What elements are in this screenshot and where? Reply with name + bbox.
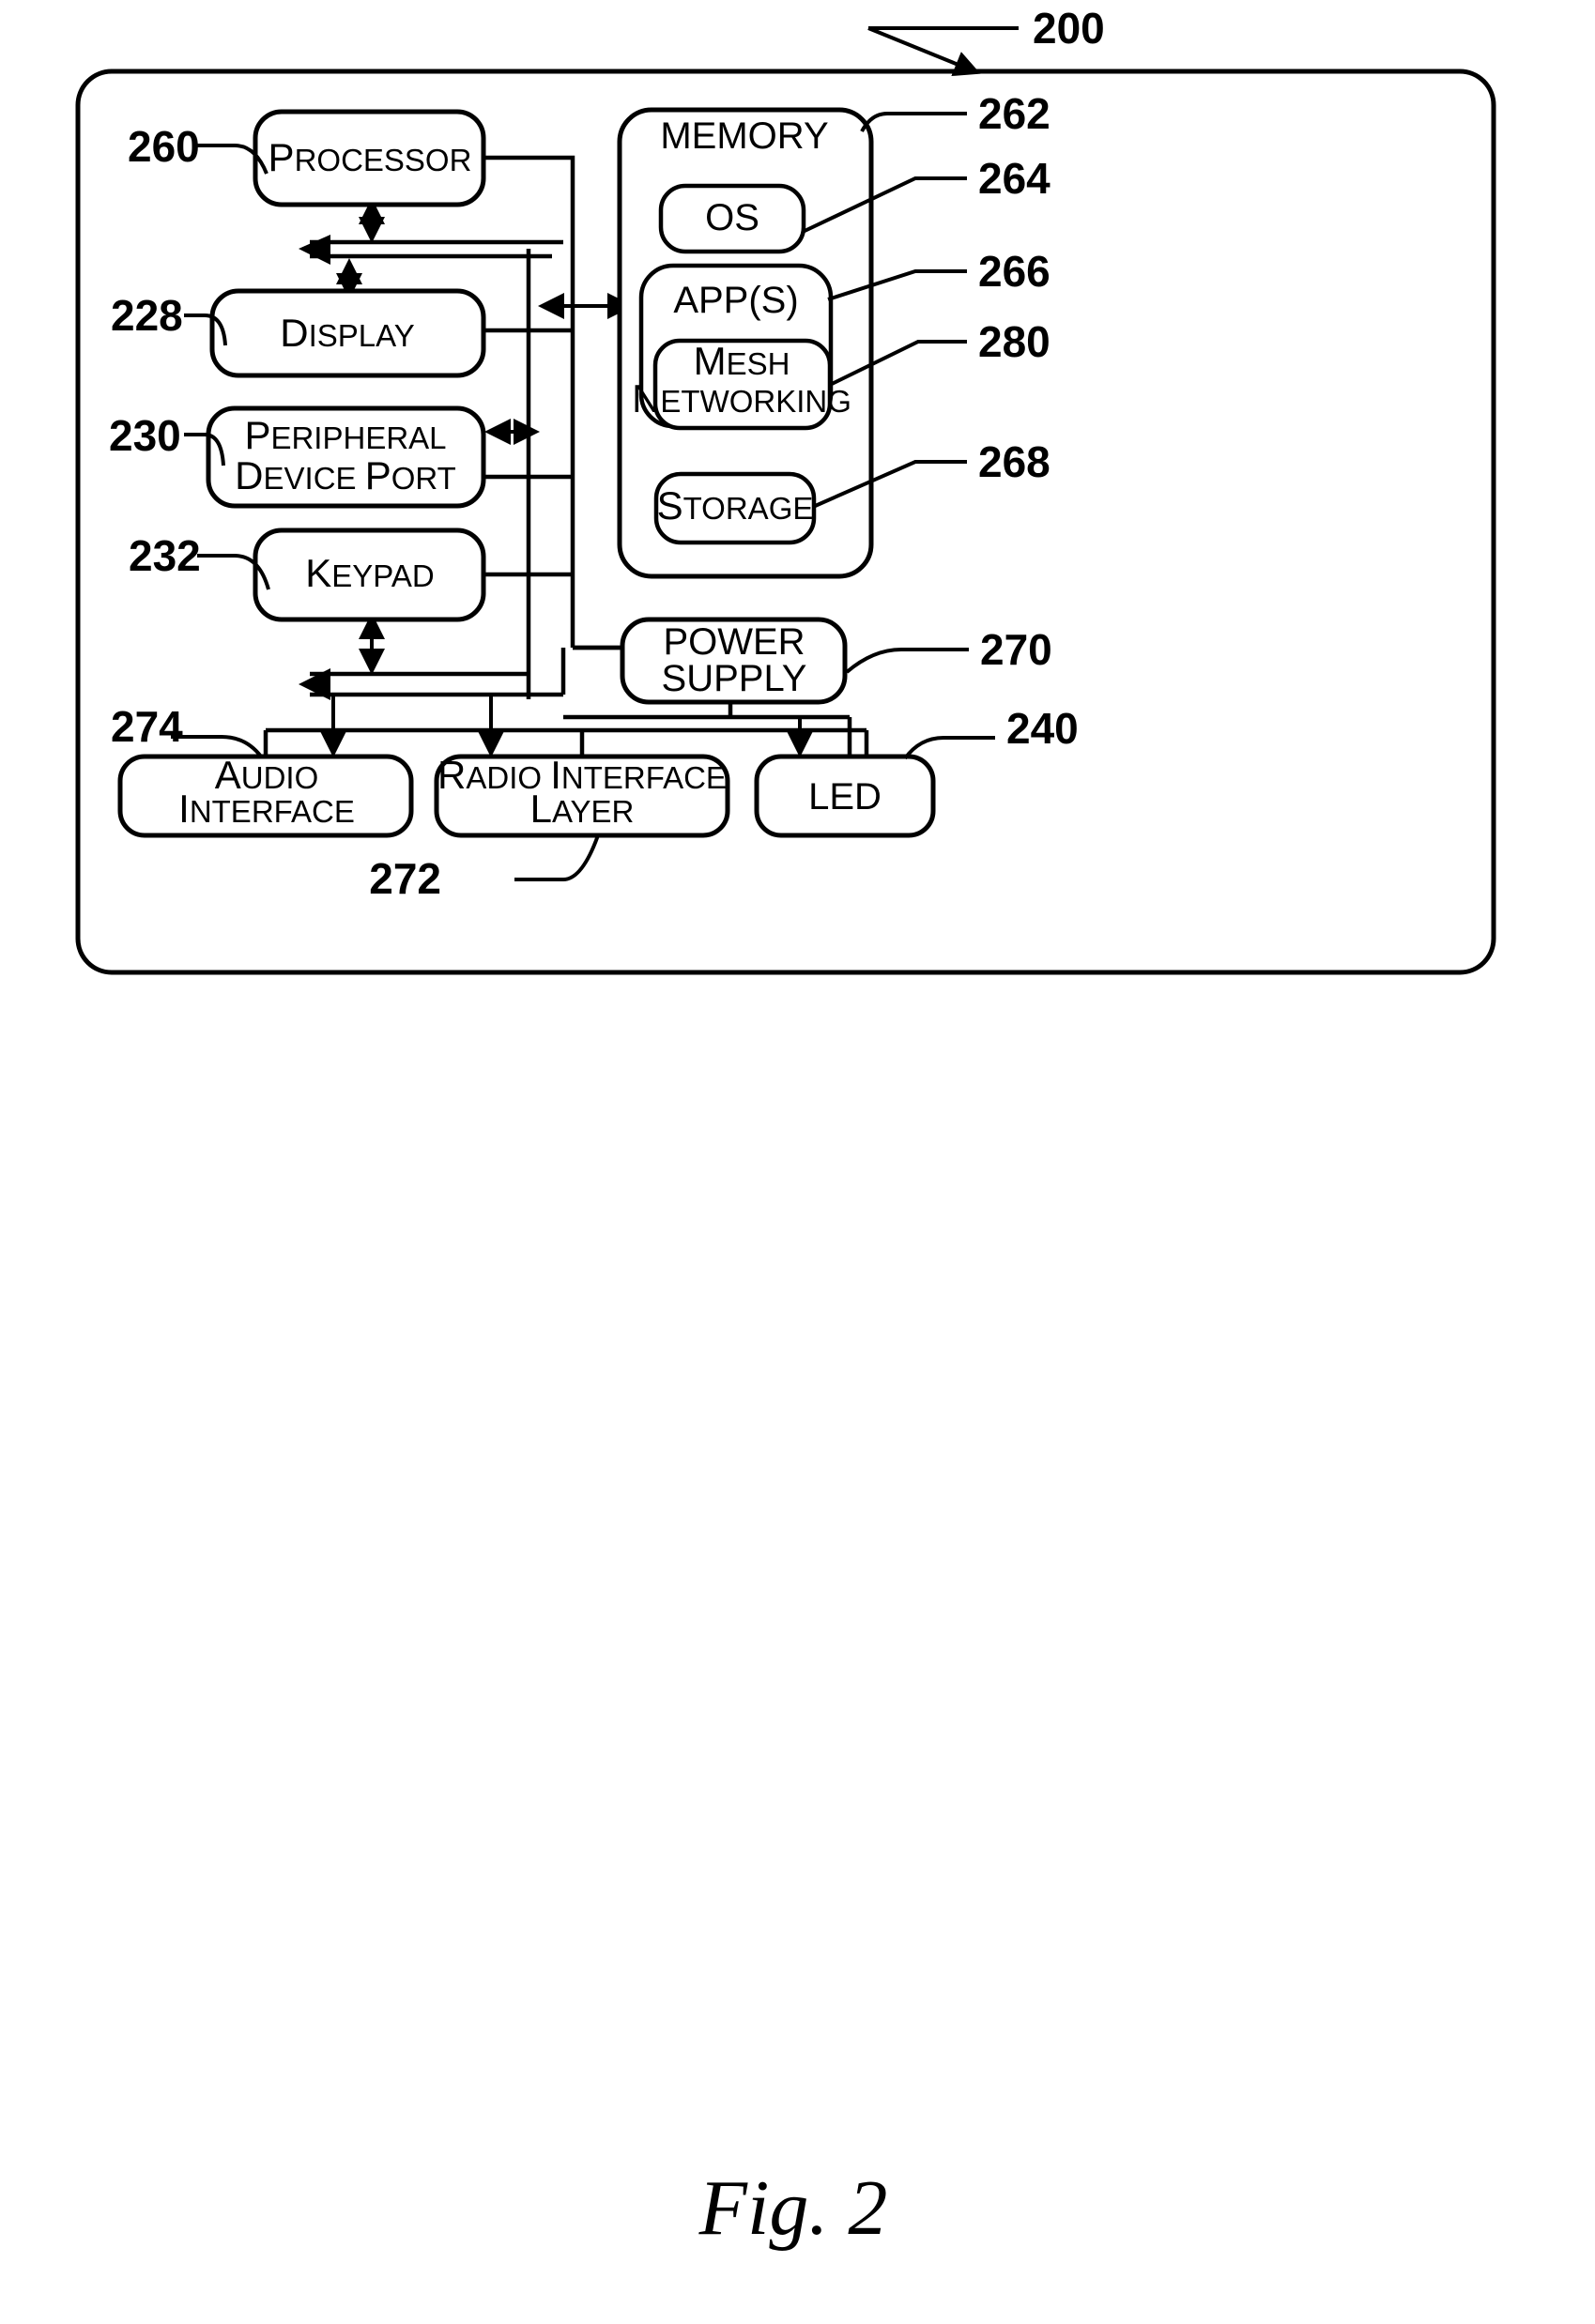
ref-280: 280 [978, 317, 1051, 366]
bus-upper-arrowhead [299, 235, 330, 265]
svg-text:RADIO INTERFACE: RADIO INTERFACE [437, 753, 727, 797]
ref-272: 272 [369, 854, 441, 903]
svg-text:STORAGE: STORAGE [657, 483, 814, 527]
power-supply-line2: SUPPLY [662, 658, 807, 699]
ref-274: 274 [111, 702, 183, 751]
os-label: OS [705, 197, 759, 238]
block-diagram-svg: PROCESSOR 260 DISPLAY 228 PERIPHERAL DEV… [75, 4, 1496, 2252]
ref-262: 262 [978, 89, 1051, 138]
figure-caption: Fig. 2 [698, 2164, 888, 2252]
ref-264: 264 [978, 154, 1051, 203]
power-supply-line1: POWER [663, 621, 805, 663]
lead-arrow-200 [867, 26, 981, 77]
svg-text:DEVICE PORT: DEVICE PORT [235, 453, 456, 497]
svg-text:PERIPHERAL: PERIPHERAL [244, 413, 446, 457]
ref-260: 260 [128, 122, 200, 171]
lead-line-240 [903, 736, 995, 760]
svg-text:LAYER: LAYER [530, 787, 635, 831]
ref-268: 268 [978, 437, 1051, 486]
ref-200: 200 [1033, 4, 1105, 53]
ref-270: 270 [980, 625, 1052, 674]
svg-text:AUDIO: AUDIO [215, 753, 319, 797]
svg-text:NETWORKING: NETWORKING [632, 376, 851, 420]
apps-label: APP(S) [673, 280, 798, 321]
svg-text:DISPLAY: DISPLAY [280, 311, 414, 355]
patent-figure-2: PROCESSOR 260 DISPLAY 228 PERIPHERAL DEV… [0, 0, 1595, 2324]
lead-line-270 [845, 648, 969, 674]
lead-line-272 [514, 834, 600, 881]
ref-232: 232 [129, 531, 201, 580]
ref-228: 228 [111, 291, 183, 340]
memory-label: MEMORY [660, 115, 828, 157]
ref-240: 240 [1006, 704, 1079, 753]
svg-text:MESH: MESH [694, 339, 790, 383]
ref-230: 230 [109, 411, 181, 460]
svg-text:INTERFACE: INTERFACE [178, 787, 355, 831]
lead-line-262 [860, 112, 967, 132]
ref-266: 266 [978, 247, 1051, 296]
svg-text:KEYPAD: KEYPAD [305, 551, 434, 595]
svg-text:PROCESSOR: PROCESSOR [268, 135, 472, 179]
led-label: LED [808, 776, 882, 818]
